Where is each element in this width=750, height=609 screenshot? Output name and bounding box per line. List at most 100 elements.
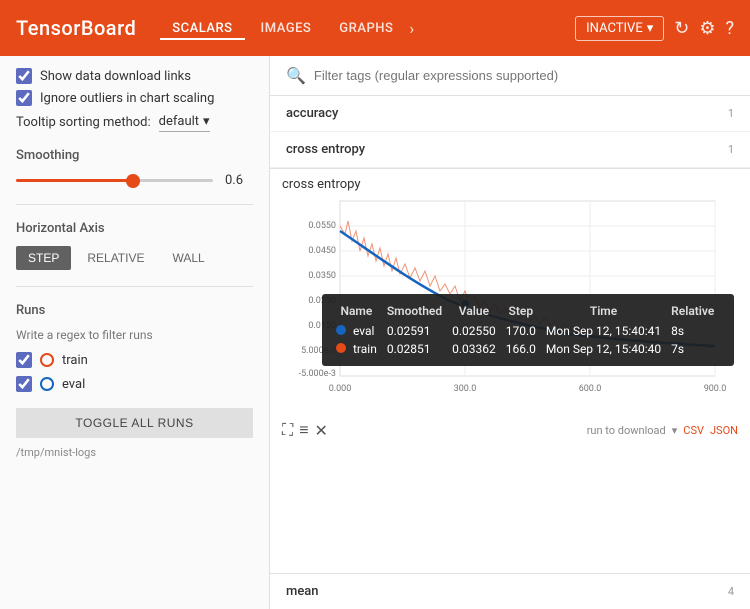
main-layout: Show data download links Ignore outliers… <box>0 56 750 609</box>
tooltip-col-smoothed: Smoothed <box>385 302 450 322</box>
chart-section: cross entropy <box>270 169 750 573</box>
tooltip-eval-value: 0.02550 <box>450 322 504 340</box>
nav-scalars[interactable]: SCALARS <box>160 17 244 40</box>
ignore-outliers-row: Ignore outliers in chart scaling <box>16 90 253 106</box>
tag-accuracy[interactable]: accuracy 1 <box>270 96 750 132</box>
axis-buttons: STEP RELATIVE WALL <box>16 246 253 270</box>
axis-relative-button[interactable]: RELATIVE <box>75 246 156 270</box>
show-download-label: Show data download links <box>40 69 191 84</box>
ignore-outliers-checkbox[interactable] <box>16 90 32 106</box>
json-link[interactable]: JSON <box>710 424 738 437</box>
tooltip-sort-dropdown-icon: ▾ <box>203 114 210 129</box>
options-section: Show data download links Ignore outliers… <box>16 68 253 132</box>
tooltip-col-step: Step <box>504 302 544 322</box>
settings-icon[interactable]: ⚙ <box>699 18 715 39</box>
show-download-checkbox[interactable] <box>16 68 32 84</box>
run-eval-label: eval <box>62 377 85 392</box>
tooltip-train-step: 166.0 <box>504 340 544 358</box>
chart-expand-icon[interactable]: ⛶ <box>282 420 293 440</box>
run-eval-checkbox[interactable] <box>16 376 32 392</box>
toggle-all-button[interactable]: TOGGLE ALL RUNS <box>16 408 253 438</box>
runs-filter-label: Write a regex to filter runs <box>16 328 253 342</box>
tooltip-popup: Name Smoothed Value Step Time Relative <box>322 294 734 366</box>
smoothing-slider[interactable] <box>16 179 213 182</box>
help-icon[interactable]: ? <box>725 18 734 39</box>
header: TensorBoard SCALARS IMAGES GRAPHS › INAC… <box>0 0 750 56</box>
tooltip-col-relative: Relative <box>669 302 722 322</box>
tooltip-train-value: 0.03362 <box>450 340 504 358</box>
svg-text:0.0350: 0.0350 <box>308 271 336 281</box>
inactive-button[interactable]: INACTIVE ▾ <box>575 16 664 41</box>
tooltip-col-time: Time <box>544 302 669 322</box>
inactive-label: INACTIVE <box>586 21 643 36</box>
axis-section: Horizontal Axis STEP RELATIVE WALL <box>16 221 253 287</box>
smoothing-control: 0.6 <box>16 173 253 188</box>
axis-step-button[interactable]: STEP <box>16 246 71 270</box>
tooltip-eval-name: eval <box>334 322 385 340</box>
header-right: INACTIVE ▾ ↻ ⚙ ? <box>575 16 734 41</box>
tooltip-train-relative: 7s <box>669 340 722 358</box>
tooltip-train-dot <box>336 343 346 353</box>
run-train-label: train <box>62 353 88 368</box>
tag-mean-count: 4 <box>728 585 734 598</box>
chart-title: cross entropy <box>282 177 738 192</box>
smoothing-section: Smoothing 0.6 <box>16 148 253 205</box>
tag-accuracy-name: accuracy <box>286 106 338 121</box>
nav-graphs[interactable]: GRAPHS <box>327 17 405 40</box>
chart-download-arrow: ▾ <box>672 424 678 437</box>
csv-link[interactable]: CSV <box>683 424 704 437</box>
run-eval-row: eval <box>16 376 253 392</box>
smoothing-value: 0.6 <box>225 173 253 188</box>
chart-list-icon[interactable]: ≡ <box>299 420 308 440</box>
run-train-checkbox[interactable] <box>16 352 32 368</box>
tag-cross-entropy[interactable]: cross entropy 1 <box>270 132 750 168</box>
tooltip-sort-label: Tooltip sorting method: <box>16 115 151 132</box>
svg-text:300.0: 300.0 <box>454 384 477 394</box>
tooltip-eval-smoothed: 0.02591 <box>385 322 450 340</box>
nav-more-icon[interactable]: › <box>409 19 414 38</box>
tag-list: accuracy 1 cross entropy 1 <box>270 96 750 169</box>
chart-download-label: run to download <box>587 424 666 437</box>
chart-close-icon[interactable]: ✕ <box>315 421 328 440</box>
svg-text:900.0: 900.0 <box>704 384 727 394</box>
search-bar: 🔍 <box>270 56 750 96</box>
nav-images[interactable]: IMAGES <box>249 17 324 40</box>
chart-container: 0.0550 0.0450 0.0350 0.0250 0.0150 5.000… <box>282 196 738 416</box>
log-path: /tmp/mnist-logs <box>16 446 253 459</box>
tooltip-eval-dot <box>336 325 346 335</box>
svg-text:0.000: 0.000 <box>329 384 352 394</box>
tooltip-table: Name Smoothed Value Step Time Relative <box>334 302 722 358</box>
tooltip-train-time: Mon Sep 12, 15:40:40 <box>544 340 669 358</box>
chart-toolbar: ⛶ ≡ ✕ run to download ▾ CSV JSON <box>282 420 738 440</box>
tooltip-eval-time: Mon Sep 12, 15:40:41 <box>544 322 669 340</box>
tag-mean[interactable]: mean 4 <box>270 573 750 609</box>
tag-mean-name: mean <box>286 584 319 599</box>
smoothing-title: Smoothing <box>16 148 253 163</box>
tooltip-col-name: Name <box>334 302 385 322</box>
tag-accuracy-count: 1 <box>728 107 734 120</box>
run-train-row: train <box>16 352 253 368</box>
chart-download-links: CSV JSON <box>683 424 738 437</box>
svg-text:-5.000e-3: -5.000e-3 <box>299 369 336 379</box>
inactive-dropdown-icon: ▾ <box>647 21 654 36</box>
tag-cross-entropy-count: 1 <box>728 143 734 156</box>
svg-text:0.0550: 0.0550 <box>308 221 336 231</box>
axis-title: Horizontal Axis <box>16 221 253 236</box>
sidebar: Show data download links Ignore outliers… <box>0 56 270 609</box>
run-eval-color <box>40 377 54 391</box>
main-nav: SCALARS IMAGES GRAPHS › <box>160 17 551 40</box>
tooltip-row-eval: eval 0.02591 0.02550 170.0 Mon Sep 12, 1… <box>334 322 722 340</box>
tooltip-sort-value: default <box>159 114 199 129</box>
tooltip-sort-select[interactable]: default ▾ <box>159 114 210 132</box>
search-input[interactable] <box>314 68 734 83</box>
tooltip-row-train: train 0.02851 0.03362 166.0 Mon Sep 12, … <box>334 340 722 358</box>
axis-wall-button[interactable]: WALL <box>160 246 216 270</box>
runs-title: Runs <box>16 303 253 318</box>
tooltip-sort-row: Tooltip sorting method: default ▾ <box>16 114 253 132</box>
svg-text:600.0: 600.0 <box>579 384 602 394</box>
content-area: 🔍 accuracy 1 cross entropy 1 cross entro… <box>270 56 750 609</box>
tooltip-col-value: Value <box>450 302 504 322</box>
refresh-icon[interactable]: ↻ <box>674 18 689 39</box>
svg-text:0.0450: 0.0450 <box>308 246 336 256</box>
tooltip-train-name: train <box>334 340 385 358</box>
